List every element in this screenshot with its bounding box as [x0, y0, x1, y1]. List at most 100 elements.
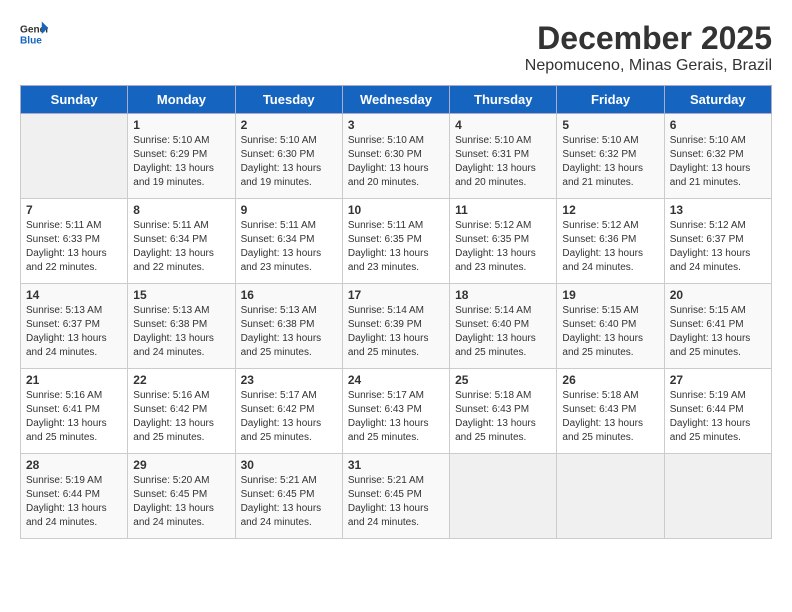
calendar-cell: 23Sunrise: 5:17 AMSunset: 6:42 PMDayligh…	[235, 369, 342, 454]
day-info: Sunrise: 5:13 AMSunset: 6:37 PMDaylight:…	[26, 304, 122, 360]
title-area: December 2025 Nepomuceno, Minas Gerais, …	[525, 20, 772, 75]
calendar-cell: 14 Sunrise: 5:13 AMSunset: 6:37 PMDayligh…	[21, 284, 128, 369]
day-info: Sunrise: 5:10 AMSunset: 6:32 PMDaylight:…	[670, 134, 766, 190]
column-header-thursday: Thursday	[450, 86, 557, 114]
calendar-cell	[557, 454, 664, 539]
day-info: Sunrise: 5:15 AMSunset: 6:40 PMDaylight:…	[562, 304, 658, 360]
column-header-saturday: Saturday	[664, 86, 771, 114]
day-info: Sunrise: 5:21 AMSunset: 6:45 PMDaylight:…	[241, 474, 337, 530]
calendar-week-row: 28Sunrise: 5:19 AMSunset: 6:44 PMDayligh…	[21, 454, 772, 539]
day-number: 25	[455, 373, 551, 387]
day-number: 19	[562, 288, 658, 302]
day-info: Sunrise: 5:10 AMSunset: 6:31 PMDaylight:…	[455, 134, 551, 190]
calendar-cell: 20 Sunrise: 5:15 AMSunset: 6:41 PMDayligh…	[664, 284, 771, 369]
calendar-cell: 7 Sunrise: 5:11 AMSunset: 6:33 PMDaylight…	[21, 199, 128, 284]
day-info: Sunrise: 5:17 AMSunset: 6:43 PMDaylight:…	[348, 389, 444, 445]
calendar-cell: 16 Sunrise: 5:13 AMSunset: 6:38 PMDayligh…	[235, 284, 342, 369]
day-number: 27	[670, 373, 766, 387]
day-number: 22	[133, 373, 229, 387]
calendar-cell: 15 Sunrise: 5:13 AMSunset: 6:38 PMDayligh…	[128, 284, 235, 369]
calendar-cell	[21, 114, 128, 199]
calendar-cell: 30 Sunrise: 5:21 AMSunset: 6:45 PMDayligh…	[235, 454, 342, 539]
day-number: 26	[562, 373, 658, 387]
calendar-cell: 2Sunrise: 5:10 AMSunset: 6:30 PMDaylight…	[235, 114, 342, 199]
calendar-cell: 22 Sunrise: 5:16 AMSunset: 6:42 PMDayligh…	[128, 369, 235, 454]
day-info: Sunrise: 5:11 AMSunset: 6:34 PMDaylight:…	[133, 219, 229, 275]
calendar-cell	[664, 454, 771, 539]
day-number: 29	[133, 458, 229, 472]
day-info: Sunrise: 5:10 AMSunset: 6:29 PMDaylight:…	[133, 134, 229, 190]
logo: General Blue	[20, 20, 48, 48]
day-info: Sunrise: 5:13 AMSunset: 6:38 PMDaylight:…	[241, 304, 337, 360]
calendar-cell: 28Sunrise: 5:19 AMSunset: 6:44 PMDayligh…	[21, 454, 128, 539]
day-number: 12	[562, 203, 658, 217]
day-number: 11	[455, 203, 551, 217]
calendar-cell: 29 Sunrise: 5:20 AMSunset: 6:45 PMDayligh…	[128, 454, 235, 539]
day-number: 10	[348, 203, 444, 217]
day-info: Sunrise: 5:21 AMSunset: 6:45 PMDaylight:…	[348, 474, 444, 530]
svg-text:Blue: Blue	[20, 35, 42, 46]
column-header-wednesday: Wednesday	[342, 86, 449, 114]
day-info: Sunrise: 5:11 AMSunset: 6:35 PMDaylight:…	[348, 219, 444, 275]
column-header-friday: Friday	[557, 86, 664, 114]
calendar-cell	[450, 454, 557, 539]
calendar-cell: 8 Sunrise: 5:11 AMSunset: 6:34 PMDaylight…	[128, 199, 235, 284]
day-number: 8	[133, 203, 229, 217]
day-info: Sunrise: 5:10 AMSunset: 6:30 PMDaylight:…	[348, 134, 444, 190]
day-number: 4	[455, 118, 551, 132]
calendar-week-row: 21 Sunrise: 5:16 AMSunset: 6:41 PMDayligh…	[21, 369, 772, 454]
column-header-tuesday: Tuesday	[235, 86, 342, 114]
page-subtitle: Nepomuceno, Minas Gerais, Brazil	[525, 57, 772, 75]
calendar-cell: 25 Sunrise: 5:18 AMSunset: 6:43 PMDayligh…	[450, 369, 557, 454]
calendar-cell: 4 Sunrise: 5:10 AMSunset: 6:31 PMDaylight…	[450, 114, 557, 199]
calendar-cell: 18Sunrise: 5:14 AMSunset: 6:40 PMDayligh…	[450, 284, 557, 369]
calendar-cell: 3 Sunrise: 5:10 AMSunset: 6:30 PMDaylight…	[342, 114, 449, 199]
day-number: 21	[26, 373, 122, 387]
day-info: Sunrise: 5:18 AMSunset: 6:43 PMDaylight:…	[562, 389, 658, 445]
day-info: Sunrise: 5:14 AMSunset: 6:39 PMDaylight:…	[348, 304, 444, 360]
day-number: 28	[26, 458, 122, 472]
day-info: Sunrise: 5:12 AMSunset: 6:35 PMDaylight:…	[455, 219, 551, 275]
day-number: 30	[241, 458, 337, 472]
column-header-sunday: Sunday	[21, 86, 128, 114]
day-number: 18	[455, 288, 551, 302]
calendar-cell: 31 Sunrise: 5:21 AMSunset: 6:45 PMDayligh…	[342, 454, 449, 539]
day-info: Sunrise: 5:12 AMSunset: 6:37 PMDaylight:…	[670, 219, 766, 275]
calendar-week-row: 7 Sunrise: 5:11 AMSunset: 6:33 PMDaylight…	[21, 199, 772, 284]
day-info: Sunrise: 5:16 AMSunset: 6:41 PMDaylight:…	[26, 389, 122, 445]
calendar-cell: 12 Sunrise: 5:12 AMSunset: 6:36 PMDayligh…	[557, 199, 664, 284]
day-info: Sunrise: 5:10 AMSunset: 6:30 PMDaylight:…	[241, 134, 337, 190]
day-number: 17	[348, 288, 444, 302]
calendar-cell: 11 Sunrise: 5:12 AMSunset: 6:35 PMDayligh…	[450, 199, 557, 284]
day-info: Sunrise: 5:18 AMSunset: 6:43 PMDaylight:…	[455, 389, 551, 445]
day-number: 20	[670, 288, 766, 302]
calendar-week-row: 1 Sunrise: 5:10 AMSunset: 6:29 PMDaylight…	[21, 114, 772, 199]
day-info: Sunrise: 5:20 AMSunset: 6:45 PMDaylight:…	[133, 474, 229, 530]
calendar-cell: 1 Sunrise: 5:10 AMSunset: 6:29 PMDaylight…	[128, 114, 235, 199]
calendar-cell: 17 Sunrise: 5:14 AMSunset: 6:39 PMDayligh…	[342, 284, 449, 369]
day-number: 15	[133, 288, 229, 302]
calendar-cell: 10 Sunrise: 5:11 AMSunset: 6:35 PMDayligh…	[342, 199, 449, 284]
day-number: 31	[348, 458, 444, 472]
day-number: 16	[241, 288, 337, 302]
day-number: 7	[26, 203, 122, 217]
day-number: 5	[562, 118, 658, 132]
calendar-cell: 13 Sunrise: 5:12 AMSunset: 6:37 PMDayligh…	[664, 199, 771, 284]
day-number: 24	[348, 373, 444, 387]
logo-icon: General Blue	[20, 20, 48, 48]
day-info: Sunrise: 5:16 AMSunset: 6:42 PMDaylight:…	[133, 389, 229, 445]
page-header: General Blue December 2025 Nepomuceno, M…	[20, 20, 772, 75]
day-number: 3	[348, 118, 444, 132]
day-number: 1	[133, 118, 229, 132]
day-number: 13	[670, 203, 766, 217]
calendar-cell: 5Sunrise: 5:10 AMSunset: 6:32 PMDaylight…	[557, 114, 664, 199]
day-info: Sunrise: 5:15 AMSunset: 6:41 PMDaylight:…	[670, 304, 766, 360]
day-info: Sunrise: 5:12 AMSunset: 6:36 PMDaylight:…	[562, 219, 658, 275]
day-info: Sunrise: 5:13 AMSunset: 6:38 PMDaylight:…	[133, 304, 229, 360]
calendar-cell: 27Sunrise: 5:19 AMSunset: 6:44 PMDayligh…	[664, 369, 771, 454]
calendar-cell: 21 Sunrise: 5:16 AMSunset: 6:41 PMDayligh…	[21, 369, 128, 454]
calendar-cell: 19 Sunrise: 5:15 AMSunset: 6:40 PMDayligh…	[557, 284, 664, 369]
day-number: 14	[26, 288, 122, 302]
day-number: 9	[241, 203, 337, 217]
day-info: Sunrise: 5:11 AMSunset: 6:33 PMDaylight:…	[26, 219, 122, 275]
